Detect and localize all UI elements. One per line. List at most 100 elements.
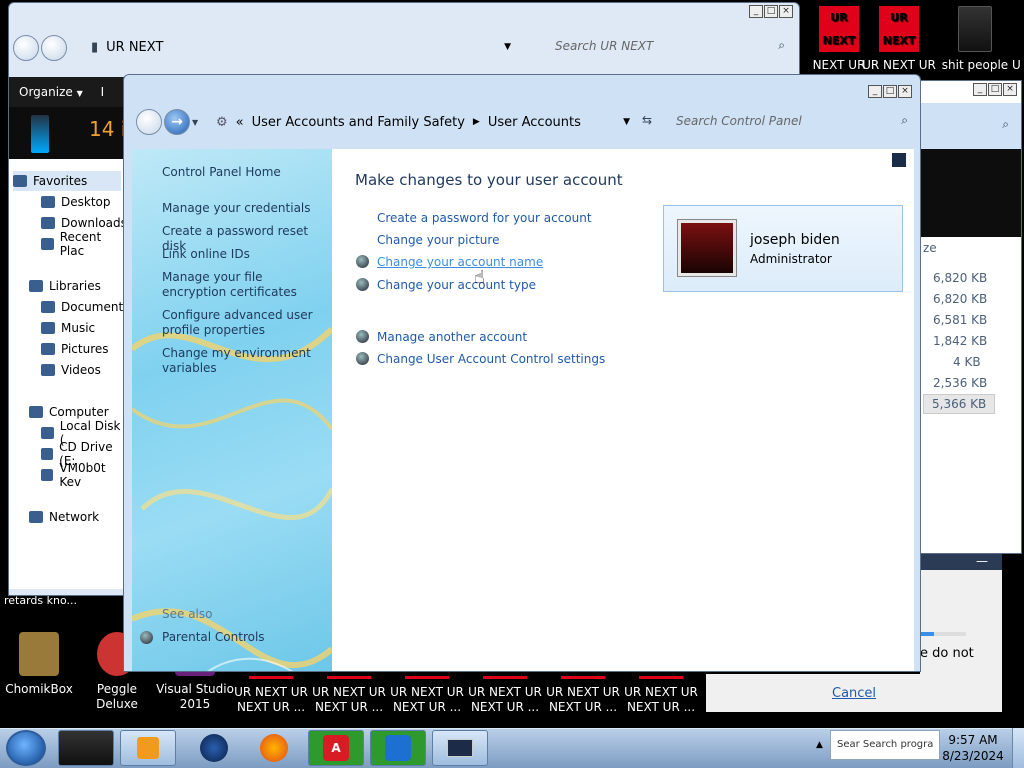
taskbar-app-malwarebytes[interactable]: [370, 730, 426, 766]
window-toolbar: ⌕: [915, 103, 1021, 149]
forward-button[interactable]: [41, 35, 67, 61]
start-button[interactable]: [6, 730, 46, 766]
back-button[interactable]: [136, 109, 162, 135]
breadcrumb-separator-icon[interactable]: ▶: [473, 117, 480, 127]
change-account-type-link[interactable]: Change your account type: [377, 278, 536, 293]
minimize-button[interactable]: _: [868, 85, 882, 98]
explorer-search-input[interactable]: Search UR NEXT ⌕: [549, 36, 791, 58]
desktop-icon-shit-people[interactable]: shit people: [936, 6, 1014, 73]
uac-settings-link[interactable]: Change User Account Control settings: [377, 352, 605, 367]
chevron-down-icon[interactable]: ▼: [504, 42, 511, 52]
desktop-icon-ur-next[interactable]: UR NEXT UR NEXT UR ...: [390, 676, 464, 715]
chevron-down-icon[interactable]: ▼: [623, 117, 630, 127]
explorer-nav-pane: Favorites Desktop Downloads Recent Plac …: [9, 159, 129, 589]
nav-label: Computer: [49, 405, 109, 419]
ur-next-icon: UR NEXT: [879, 6, 919, 52]
desktop-icon-partial[interactable]: U: [1012, 58, 1024, 73]
shield-icon: [356, 330, 369, 343]
nav-recent[interactable]: Recent Plac: [41, 230, 123, 258]
window-caption-buttons: _ □ ×: [868, 85, 912, 98]
background-window-right[interactable]: _ □ × ⌕ ze 6,820 KB 6,820 KB 6,581 KB 1,…: [914, 80, 1022, 554]
toolbar-partial[interactable]: I: [101, 85, 105, 99]
size-cell: 1,842 KB: [933, 334, 988, 348]
change-picture-link[interactable]: Change your picture: [377, 233, 499, 248]
close-button[interactable]: ×: [1003, 83, 1017, 96]
breadcrumb-item[interactable]: User Accounts: [488, 115, 581, 130]
taskbar-app-explorer[interactable]: [58, 730, 114, 766]
parental-controls-link[interactable]: Parental Controls: [162, 630, 322, 645]
taskbar-app-control-panel[interactable]: [432, 730, 488, 766]
size-column-header[interactable]: ze: [923, 241, 937, 255]
explorer-details-pane: 14 i: [9, 107, 129, 159]
desktop-icon-chomikbox[interactable]: ChomikBox: [0, 632, 78, 697]
hand-cursor-icon: ☝: [474, 267, 485, 288]
maximize-button[interactable]: □: [764, 5, 778, 18]
close-button[interactable]: ×: [779, 5, 793, 18]
cancel-link[interactable]: Cancel: [832, 686, 876, 701]
taskbar-app-media[interactable]: [120, 730, 176, 766]
cp-address-bar[interactable]: ⚙ « User Accounts and Family Safety ▶ Us…: [210, 111, 636, 133]
desktop-icon-ur-next[interactable]: UR NEXT UR NEXT UR ...: [624, 676, 698, 715]
explorer-address-bar[interactable]: ▮ UR NEXT ▼: [85, 36, 517, 58]
nav-favorites[interactable]: Favorites: [13, 171, 121, 191]
breadcrumb-overflow-icon[interactable]: «: [236, 115, 244, 130]
manage-another-account-link[interactable]: Manage another account: [377, 330, 527, 345]
nav-label: VM0b0t Kev: [59, 461, 106, 489]
cp-search-input[interactable]: Search Control Panel ⌕: [670, 111, 914, 133]
breadcrumb-item[interactable]: User Accounts and Family Safety: [252, 115, 465, 130]
create-password-link[interactable]: Create a password for your account: [377, 211, 592, 226]
recent-icon: [41, 238, 54, 250]
profile-properties-link[interactable]: Configure advanced user profile properti…: [162, 308, 322, 338]
ur-next-icon: [639, 676, 683, 679]
minimize-button[interactable]: _: [973, 83, 987, 96]
nav-documents[interactable]: Documents: [41, 297, 129, 317]
desktop-icon-label: ChomikBox: [5, 682, 73, 696]
control-panel-window[interactable]: _ □ × → ▼ ⚙ « User Accounts and Family S…: [123, 74, 921, 672]
taskbar-app-globe[interactable]: [186, 730, 242, 766]
progress-fill: [920, 632, 934, 636]
nav-vm[interactable]: VM0b0t Kev: [41, 461, 123, 489]
nav-videos[interactable]: Videos: [41, 360, 101, 380]
downloads-icon: [41, 217, 55, 229]
desktop-icon-ur-next[interactable]: UR NEXT UR NEXT UR ...: [234, 676, 308, 715]
manage-credentials-link[interactable]: Manage your credentials: [162, 201, 322, 216]
taskbar-search[interactable]: Sear Search progra: [830, 730, 940, 760]
nav-music[interactable]: Music: [41, 318, 95, 338]
network-drive-icon: [41, 469, 54, 481]
online-ids-link[interactable]: Link online IDs: [162, 247, 322, 262]
size-cell: 6,581 KB: [933, 313, 988, 327]
refresh-icon[interactable]: ⇆: [642, 113, 652, 127]
item-count: 14 i: [89, 117, 127, 141]
back-button[interactable]: [13, 35, 39, 61]
search-icon[interactable]: ⌕: [1002, 117, 1009, 132]
clock-date: 8/23/2024: [942, 749, 1004, 763]
change-account-name-link[interactable]: Change your account name: [377, 255, 543, 270]
close-button[interactable]: ×: [898, 85, 912, 98]
desktop-icon-ur-next-ur[interactable]: UR NEXT UR NEXT UR: [860, 6, 938, 73]
cp-home-link[interactable]: Control Panel Home: [162, 165, 322, 180]
encryption-certificates-link[interactable]: Manage your file encryption certificates: [162, 270, 322, 300]
desktop-icon-ur-next[interactable]: UR NEXT UR NEXT UR ...: [546, 676, 620, 715]
details-pane: [915, 149, 1021, 237]
desktop-icon-ur-next[interactable]: UR NEXT UR NEXT UR ...: [468, 676, 542, 715]
taskbar-app-avira[interactable]: A: [308, 730, 364, 766]
environment-variables-link[interactable]: Change my environment variables: [162, 346, 322, 376]
background-dialog[interactable]: — e do not: [920, 554, 1002, 674]
user-account-card: joseph biden Administrator: [663, 205, 903, 292]
nav-pictures[interactable]: Pictures: [41, 339, 109, 359]
tray-show-hidden-icon[interactable]: ▲: [816, 740, 823, 750]
maximize-button[interactable]: □: [988, 83, 1002, 96]
taskbar-app-firefox[interactable]: [246, 730, 302, 766]
nav-libraries[interactable]: Libraries: [29, 276, 101, 296]
minimize-button[interactable]: _: [749, 5, 763, 18]
nav-desktop[interactable]: Desktop: [41, 192, 111, 212]
clock[interactable]: 9:57 AM 8/23/2024: [940, 732, 1006, 764]
desktop-icon-ur-next[interactable]: UR NEXT UR NEXT UR ...: [312, 676, 386, 715]
show-desktop-button[interactable]: [1012, 728, 1024, 768]
chevron-down-icon[interactable]: ▼: [192, 118, 198, 127]
forward-button[interactable]: →: [164, 109, 190, 135]
organize-button[interactable]: Organize: [19, 85, 73, 99]
nav-network[interactable]: Network: [29, 507, 99, 527]
dialog-minimize-button[interactable]: —: [976, 554, 988, 568]
maximize-button[interactable]: □: [883, 85, 897, 98]
